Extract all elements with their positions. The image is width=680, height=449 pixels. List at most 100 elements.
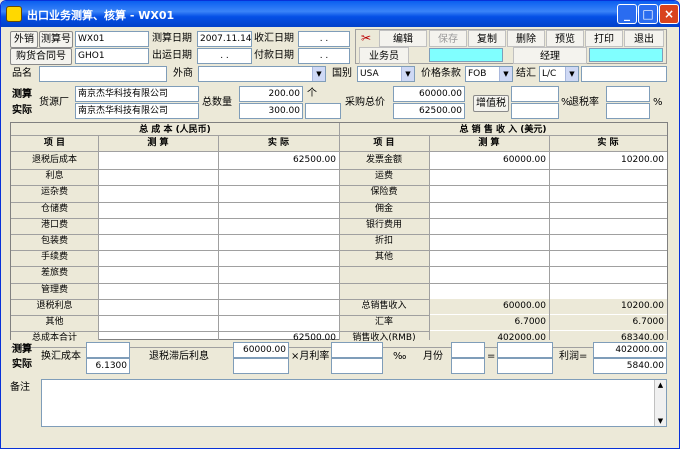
- sales-row-name: 其他: [374, 252, 393, 263]
- edit-button[interactable]: 编辑: [379, 30, 427, 47]
- tuishui-interest-label: 退税滞后利息: [149, 351, 209, 362]
- notes-label: 备注: [10, 382, 30, 393]
- qty-label: 总数量: [202, 97, 232, 108]
- interest-result-shi[interactable]: [497, 358, 553, 374]
- sales-row-shi: 10200.00: [621, 155, 664, 165]
- gonghuo-label: 货源厂: [39, 97, 69, 108]
- qty-shi-field[interactable]: 300.00: [239, 103, 303, 119]
- sales-row-ce: 60000.00: [503, 155, 546, 165]
- header-ce: 测 算: [147, 138, 169, 148]
- sales-row-name: 银行费用: [365, 219, 402, 230]
- edit-icon: ✂: [361, 31, 372, 45]
- header-item: 项 目: [43, 138, 66, 148]
- qty-unit-shi-field[interactable]: [305, 103, 341, 119]
- lirun-ce-field[interactable]: 402000.00: [593, 342, 667, 358]
- cost-row-name: 利息: [45, 171, 64, 182]
- delete-button[interactable]: 删除: [507, 30, 545, 47]
- guobie-label: 国别: [332, 68, 352, 79]
- notes-field[interactable]: ▲ ▼: [41, 379, 667, 427]
- gouhuo-field[interactable]: GHO1: [75, 48, 149, 64]
- minimize-button[interactable]: _: [617, 4, 637, 24]
- preview-button[interactable]: 预览: [546, 30, 584, 47]
- yuelilv-ce-field[interactable]: [331, 342, 383, 358]
- window-title: 出口业务测算、核算 - WX01: [27, 9, 175, 22]
- chevron-down-icon: ▼: [499, 67, 512, 81]
- header-shi: 实 际: [597, 138, 619, 148]
- caigou-ce-field[interactable]: 60000.00: [393, 86, 465, 102]
- huanhui-shi-field[interactable]: 6.1300: [86, 358, 130, 374]
- vat-shi-field[interactable]: [511, 103, 559, 119]
- chuyun-date-field[interactable]: . .: [197, 48, 252, 64]
- cost-sales-grid: 总 成 本 (人民币) 总 销 售 收 入 (美元) 项 目测 算实 际项 目测 算…: [10, 122, 668, 349]
- guobie-select[interactable]: USA ▼: [357, 66, 415, 82]
- yuelilv-shi-field[interactable]: [331, 358, 383, 374]
- fukuan-date-field[interactable]: . .: [298, 48, 350, 64]
- notes-scrollbar[interactable]: ▲ ▼: [654, 380, 666, 426]
- cost-row-name: 包装费: [40, 236, 68, 246]
- grid-line: [549, 135, 550, 340]
- manager-field[interactable]: [589, 48, 663, 62]
- manager-button[interactable]: 经理: [513, 47, 587, 64]
- grid-line: [339, 123, 340, 340]
- yuefen-ce-field[interactable]: [451, 342, 485, 358]
- jiehui-select[interactable]: L/C ▼: [539, 66, 579, 82]
- vat-ce-field[interactable]: [511, 86, 559, 102]
- cesuanhao-button[interactable]: 测算号: [39, 31, 73, 48]
- title-bar: 出口业务测算、核算 - WX01 _ □ ×: [1, 1, 679, 27]
- jiehui-extra-field[interactable]: [581, 66, 667, 82]
- lirun-shi-field[interactable]: 5840.00: [593, 358, 667, 374]
- scroll-down-icon: ▼: [657, 417, 664, 425]
- chevron-down-icon: ▼: [565, 67, 578, 81]
- caigou-label: 采购总价: [345, 97, 385, 108]
- huanhui-ce-field[interactable]: [86, 342, 130, 358]
- maximize-button[interactable]: □: [638, 4, 658, 24]
- qty-ce-field[interactable]: 200.00: [239, 86, 303, 102]
- tuishui-interest-shi-field[interactable]: [233, 358, 289, 374]
- sales-row-shi: 10200.00: [549, 298, 667, 314]
- salesman-button[interactable]: 业务员: [359, 47, 409, 64]
- save-button[interactable]: 保存: [429, 30, 467, 47]
- tuishui-ce-field[interactable]: [606, 86, 650, 102]
- grid-line: [98, 135, 99, 340]
- tuishui-shi-field[interactable]: [606, 103, 650, 119]
- close-button[interactable]: ×: [659, 4, 679, 24]
- supplier-shi-field[interactable]: 南京杰华科技有限公司: [75, 103, 199, 119]
- print-button[interactable]: 打印: [585, 30, 623, 47]
- header-item: 项 目: [373, 138, 395, 148]
- interest-result-ce[interactable]: [497, 342, 553, 358]
- cesuanhao-field[interactable]: WX01: [75, 31, 149, 47]
- supplier-ce-field[interactable]: 南京杰华科技有限公司: [75, 86, 199, 102]
- sales-row-name: 发票金额: [365, 155, 402, 165]
- cost-row-name: 港口费: [40, 219, 68, 230]
- sales-row-name: 折扣: [374, 236, 393, 246]
- cost-row-name: 管理费: [40, 284, 68, 295]
- waixiao-button[interactable]: 外销: [10, 31, 38, 48]
- vat-button[interactable]: 增值税: [473, 95, 509, 112]
- copy-button[interactable]: 复制: [468, 30, 506, 47]
- tuishui-interest-ce-field[interactable]: 60000.00: [233, 342, 289, 358]
- pinming-field[interactable]: [39, 66, 167, 82]
- jiage-select[interactable]: FOB ▼: [465, 66, 513, 82]
- cost-row-shi: 62500.00: [293, 155, 336, 165]
- sales-row-ce: 6.7000: [429, 315, 549, 330]
- grid-line: [429, 135, 430, 340]
- grid-line: [218, 135, 219, 340]
- fukuan-date-label: 付款日期: [254, 50, 294, 61]
- bottom-ce-label: 测算: [12, 344, 32, 355]
- salesman-field[interactable]: [429, 48, 503, 62]
- cesuan-date-field[interactable]: 2007.11.14: [197, 31, 252, 47]
- shouhui-date-field[interactable]: . .: [298, 31, 350, 47]
- exit-button[interactable]: 退出: [624, 30, 664, 47]
- caigou-shi-field[interactable]: 62500.00: [393, 103, 465, 119]
- sales-row-name: 总销售收入: [361, 300, 407, 311]
- yuelilv-label: ×月利率: [291, 351, 330, 362]
- scroll-up-icon: ▲: [657, 381, 664, 389]
- pinming-label: 品名: [12, 68, 32, 79]
- cost-row-name: 退税后成本: [31, 155, 77, 165]
- gouhuo-button[interactable]: 购货合同号: [10, 48, 72, 65]
- sales-row-name: 汇率: [374, 317, 393, 327]
- yuefen-label: 月份: [423, 351, 443, 362]
- jiehui-value: L/C: [542, 69, 557, 79]
- waishang-select[interactable]: ▼: [198, 66, 326, 82]
- yuefen-shi-field[interactable]: [451, 358, 485, 374]
